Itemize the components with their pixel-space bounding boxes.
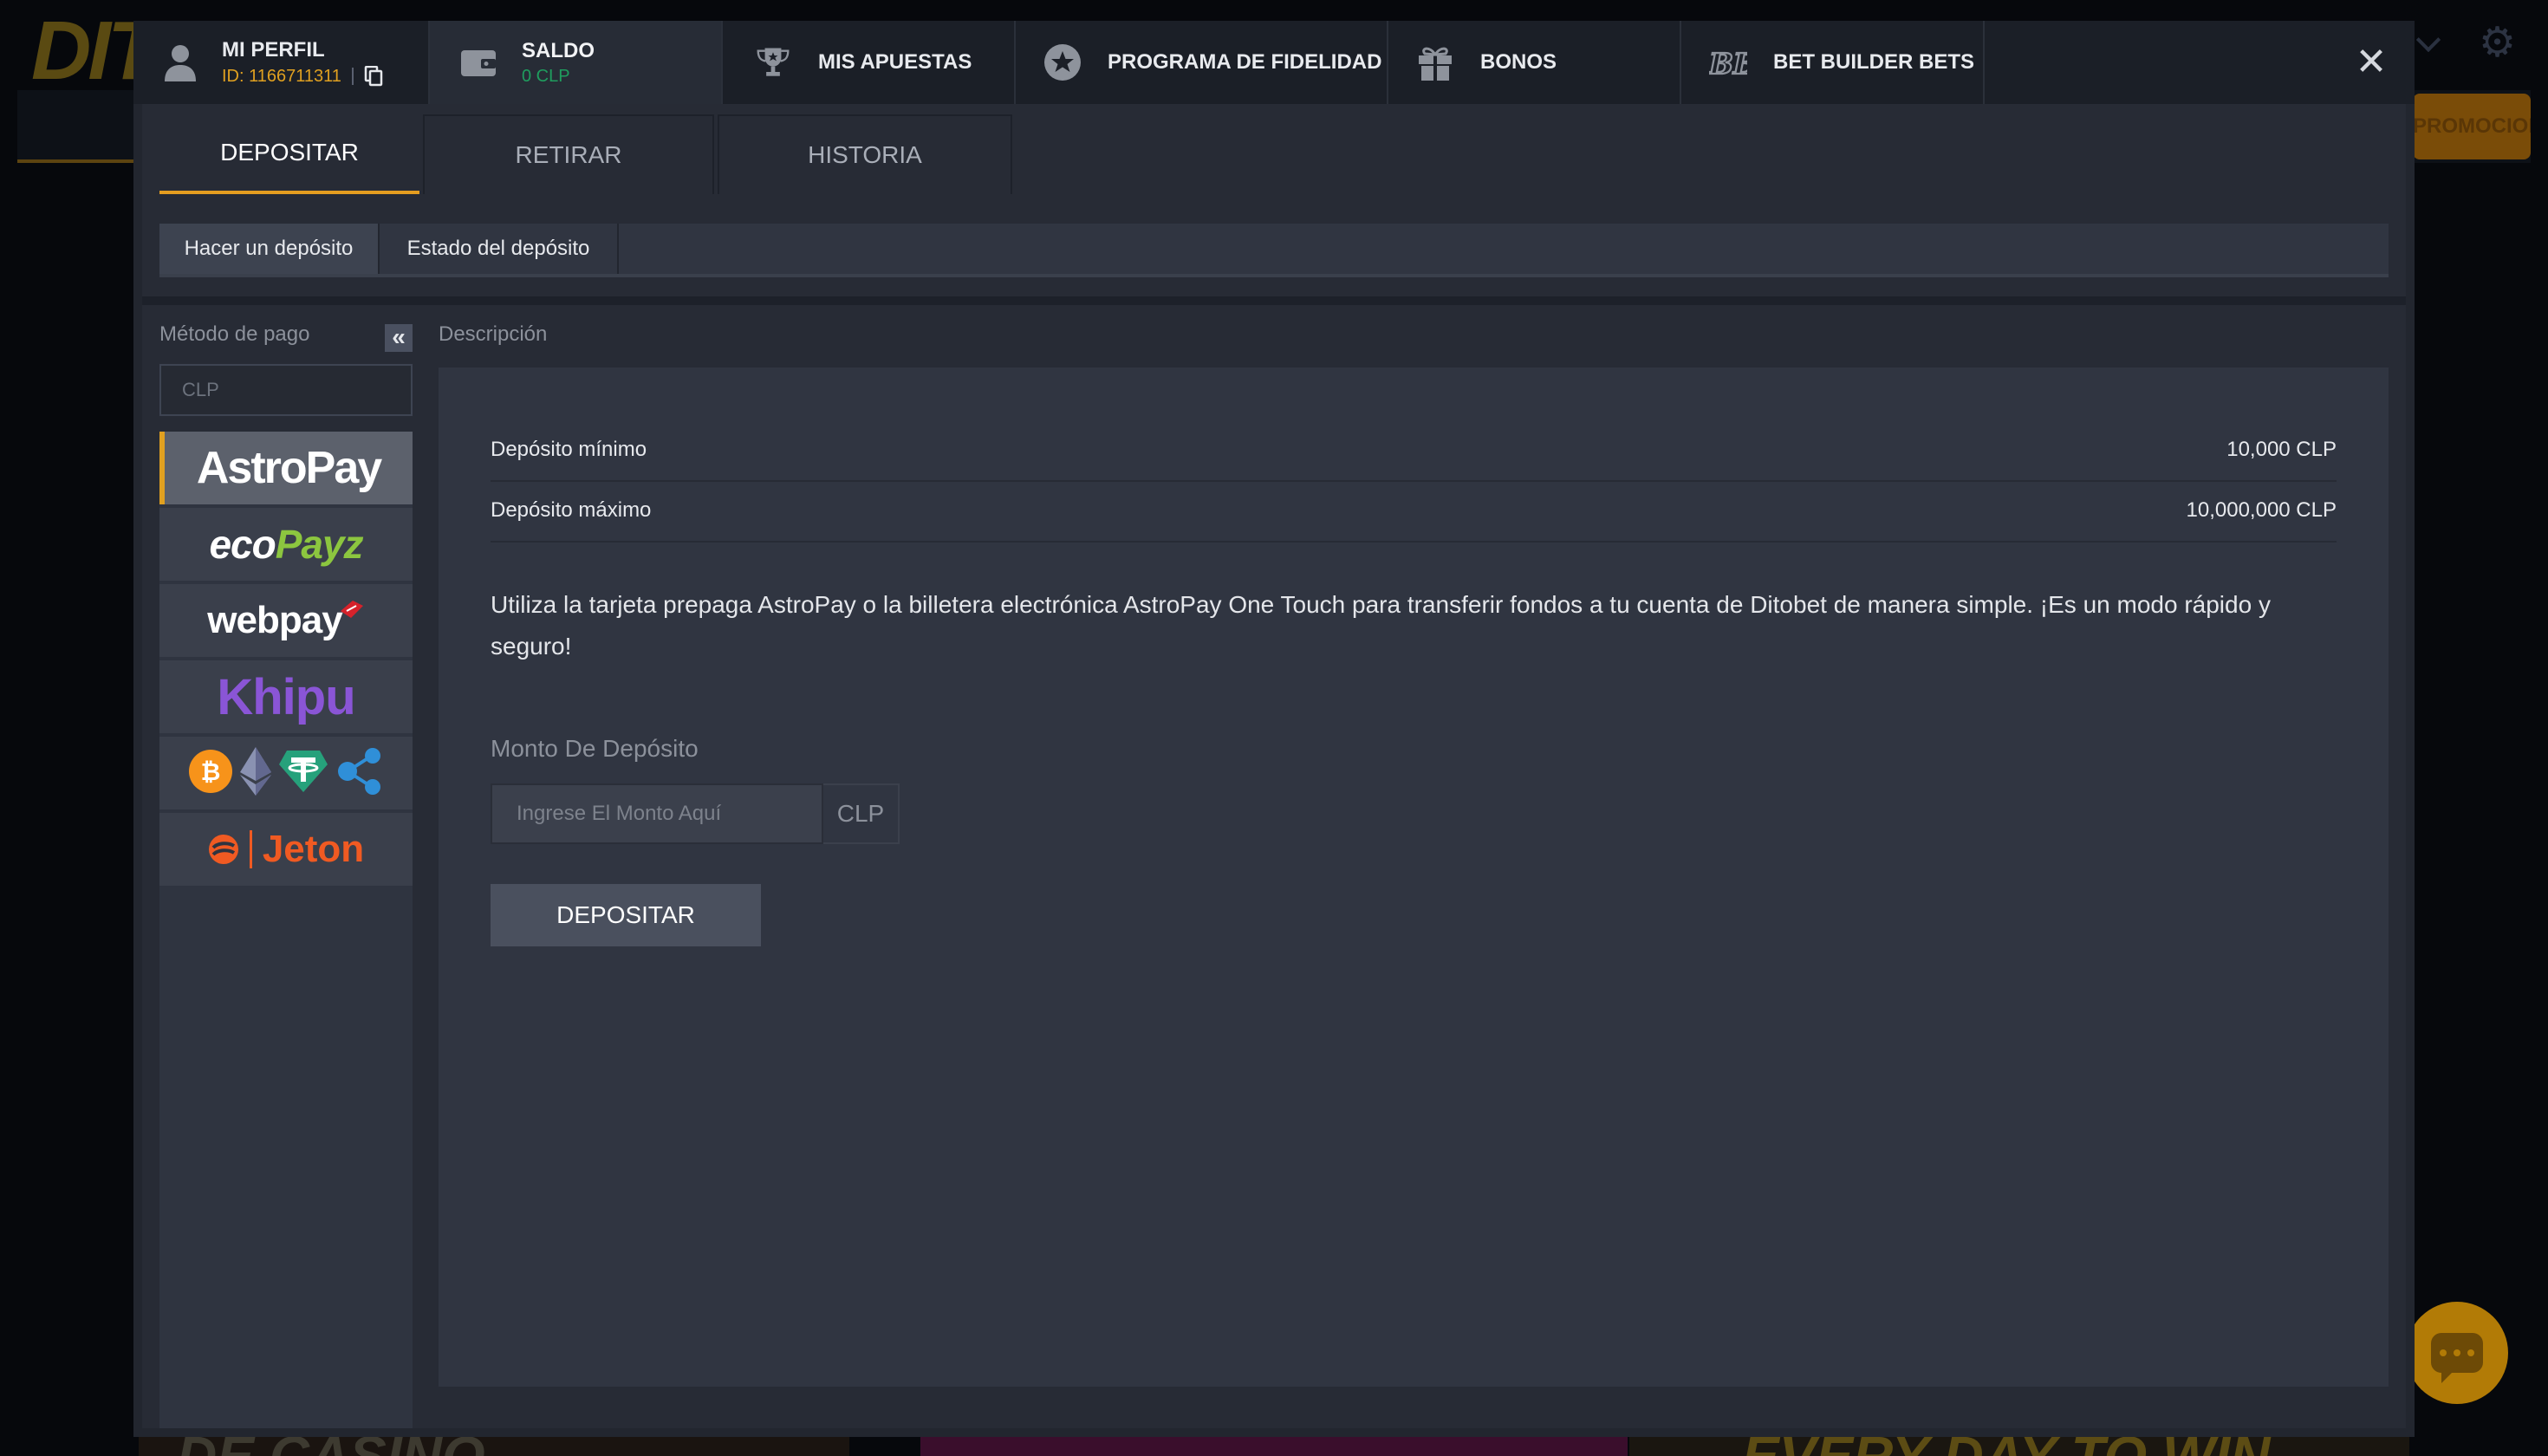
sub-tabs: Hacer un depósito Estado del depósito bbox=[159, 224, 2389, 277]
background-active-underline bbox=[17, 159, 139, 163]
max-deposit-row: Depósito máximo 10,000,000 CLP bbox=[491, 480, 2337, 543]
payment-description: Utiliza la tarjeta prepaga AstroPay o la… bbox=[491, 591, 2271, 660]
tab-bet-builder-label: BET BUILDER BETS bbox=[1773, 50, 1975, 74]
bitcoin-icon: ₿ bbox=[188, 749, 233, 798]
tab-balance[interactable]: SALDO 0 CLP bbox=[430, 21, 723, 104]
payment-method-crypto[interactable]: ₿ bbox=[159, 737, 413, 809]
user-id: ID: 1166711311 bbox=[222, 66, 341, 86]
svg-text:BB: BB bbox=[1709, 47, 1747, 80]
description-panel: Depósito mínimo 10,000 CLP Depósito máxi… bbox=[439, 367, 2389, 1387]
copy-icon[interactable] bbox=[364, 65, 383, 87]
chat-icon bbox=[2431, 1333, 2483, 1383]
tab-deposit-status[interactable]: Estado del depósito bbox=[380, 224, 619, 274]
amount-currency: CLP bbox=[823, 783, 900, 844]
jeton-logo-text: Jeton bbox=[262, 828, 365, 870]
payment-method-khipu[interactable]: Khipu bbox=[159, 660, 413, 733]
webpay-logo: webpay bbox=[207, 599, 364, 642]
min-deposit-row: Depósito mínimo 10,000 CLP bbox=[491, 419, 2337, 482]
tab-bet-builder[interactable]: BB BET BUILDER BETS bbox=[1681, 21, 1985, 104]
user-icon bbox=[161, 43, 199, 81]
min-deposit-value: 10,000 CLP bbox=[2226, 438, 2337, 461]
collapse-sidebar-button[interactable]: « bbox=[385, 324, 413, 352]
tab-bonuses-label: BONOS bbox=[1480, 50, 1557, 74]
webpay-logo-text: webpay bbox=[207, 599, 342, 641]
currency-selector[interactable]: CLP bbox=[159, 364, 413, 416]
tab-history[interactable]: HISTORIA bbox=[718, 114, 1012, 194]
chevron-down-icon bbox=[2415, 27, 2441, 53]
tab-loyalty[interactable]: PROGRAMA DE FIDELIDAD bbox=[1016, 21, 1388, 104]
tab-deposit[interactable]: DEPOSITAR bbox=[159, 114, 419, 194]
payment-method-ecopayz[interactable]: ecoPayz bbox=[159, 508, 413, 581]
divider bbox=[142, 296, 2406, 305]
tab-profile[interactable]: MI PERFIL ID: 1166711311 bbox=[133, 21, 430, 104]
sidebar-header: Método de pago « bbox=[159, 317, 413, 352]
jeton-logo: Jeton bbox=[208, 828, 364, 871]
ethereum-icon bbox=[240, 746, 271, 800]
bb-icon: BB bbox=[1709, 43, 1747, 81]
ecopayz-logo-eco: eco bbox=[209, 522, 276, 567]
gear-icon: ⚙ bbox=[2479, 20, 2517, 66]
khipu-logo: Khipu bbox=[217, 668, 355, 725]
payment-method-sidebar: Método de pago « CLP AstroPay ecoPayz we… bbox=[159, 305, 413, 1428]
tab-my-bets[interactable]: MIS APUESTAS bbox=[723, 21, 1016, 104]
svg-text:₿: ₿ bbox=[201, 757, 221, 786]
profile-title: MI PERFIL bbox=[222, 38, 325, 62]
payment-method-jeton[interactable]: Jeton bbox=[159, 813, 413, 886]
gift-icon bbox=[1416, 43, 1454, 81]
account-modal: MI PERFIL ID: 1166711311 SALDO 0 CLP MIS… bbox=[133, 21, 2415, 1437]
amount-field-group: CLP bbox=[491, 783, 900, 844]
balance-value: 0 CLP bbox=[522, 66, 570, 86]
deposit-button[interactable]: DEPOSITAR bbox=[491, 884, 761, 946]
min-deposit-label: Depósito mínimo bbox=[491, 438, 647, 461]
max-deposit-label: Depósito máximo bbox=[491, 498, 652, 522]
ecopayz-logo: ecoPayz bbox=[209, 521, 364, 568]
payment-method-astropay[interactable]: AstroPay bbox=[159, 432, 413, 504]
tab-loyalty-label: PROGRAMA DE FIDELIDAD bbox=[1108, 50, 1382, 74]
ripple-icon bbox=[335, 747, 384, 800]
main-tabs: DEPOSITAR RETIRAR HISTORIA bbox=[159, 114, 1016, 194]
tab-withdraw[interactable]: RETIRAR bbox=[423, 114, 714, 194]
crypto-logos: ₿ bbox=[188, 746, 384, 800]
payment-method-list: AstroPay ecoPayz webpay Khipu ₿ Jeton bbox=[159, 432, 413, 1428]
deposit-content: DEPOSITAR RETIRAR HISTORIA Hacer un depó… bbox=[142, 104, 2406, 1428]
astropay-logo: AstroPay bbox=[196, 443, 382, 493]
balance-title: SALDO bbox=[522, 38, 595, 62]
description-title: Descripción bbox=[439, 322, 548, 346]
payment-method-webpay[interactable]: webpay bbox=[159, 584, 413, 657]
live-chat-button[interactable] bbox=[2406, 1302, 2508, 1404]
account-top-nav: MI PERFIL ID: 1166711311 SALDO 0 CLP MIS… bbox=[133, 21, 2415, 104]
max-deposit-value: 10,000,000 CLP bbox=[2186, 498, 2337, 522]
tab-bonuses[interactable]: BONOS bbox=[1388, 21, 1681, 104]
close-button[interactable]: ✕ bbox=[2350, 42, 2392, 83]
ecopayz-logo-payz: Payz bbox=[275, 522, 364, 567]
id-separator bbox=[351, 68, 354, 85]
star-icon bbox=[1043, 43, 1082, 81]
background-promotions-button: PROMOCIONES bbox=[2413, 94, 2531, 159]
tab-make-deposit[interactable]: Hacer un depósito bbox=[159, 224, 380, 274]
payment-method-title: Método de pago bbox=[159, 322, 310, 346]
amount-label: Monto De Depósito bbox=[491, 735, 699, 762]
tether-icon bbox=[278, 749, 328, 798]
wallet-icon bbox=[459, 43, 497, 81]
amount-input[interactable] bbox=[491, 783, 823, 844]
tab-my-bets-label: MIS APUESTAS bbox=[818, 50, 972, 74]
trophy-icon bbox=[754, 43, 792, 81]
